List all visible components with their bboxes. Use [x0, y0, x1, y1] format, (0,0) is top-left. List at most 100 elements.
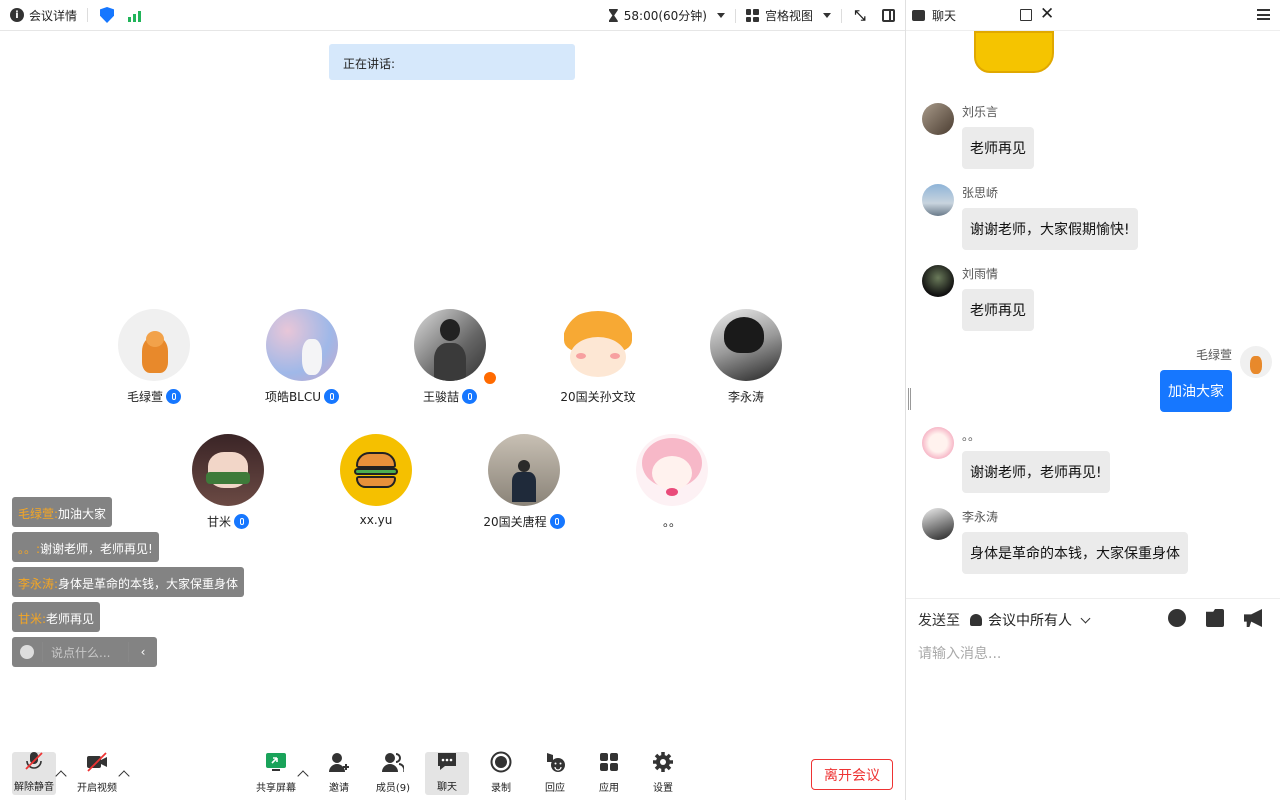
overlay-sender: 李永涛: [18, 577, 59, 591]
avatar [414, 309, 486, 381]
share-screen-icon [265, 751, 287, 773]
divider [87, 8, 89, 22]
collapse-icon[interactable]: ‹ [129, 645, 157, 659]
message-text: 老师再见 [962, 289, 1034, 331]
menu-icon[interactable] [1257, 9, 1270, 20]
participant-tile[interactable]: 20国关唐程 [450, 434, 598, 530]
signal-icon[interactable] [128, 9, 142, 22]
send-to-row: 发送至 会议中所有人 [918, 610, 1091, 630]
message-text: 身体是革命的本钱，大家保重身体 [962, 532, 1188, 574]
participant-name: 毛绿萱 [126, 390, 163, 404]
emoji-icon[interactable] [20, 645, 34, 659]
record-label: 录制 [491, 783, 511, 794]
unmute-button[interactable]: 解除静音 [12, 752, 56, 795]
participant-tile[interactable]: 甘米 [154, 434, 302, 530]
leave-meeting-button[interactable]: 离开会议 [811, 759, 893, 790]
meeting-info-button[interactable]: i 会议详情 [0, 7, 77, 24]
chat-header: 聊天 ✕ [906, 0, 1280, 31]
mic-icon [462, 389, 477, 404]
folder-icon[interactable] [1206, 609, 1224, 627]
avatar [922, 427, 954, 459]
hourglass-icon [608, 9, 618, 22]
message-text: 加油大家 [1160, 370, 1232, 412]
share-screen-button[interactable]: 共享屏幕 [252, 748, 300, 800]
message-text: 老师再见 [962, 127, 1034, 169]
settings-button[interactable]: 设置 [639, 748, 687, 800]
sender-name: 李永涛 [962, 510, 999, 524]
react-button[interactable]: 回应 [531, 748, 579, 800]
message-text: 谢谢老师，大家假期愉快! [962, 208, 1138, 250]
avatar [192, 434, 264, 506]
mic-icon [234, 514, 249, 529]
megaphone-icon[interactable] [1244, 609, 1262, 627]
divider [734, 8, 736, 23]
overlay-text: 加油大家 [58, 507, 107, 521]
view-dropdown[interactable]: 宫格视图 [745, 7, 831, 24]
mic-muted-icon [23, 750, 45, 772]
sidebar-toggle-button[interactable] [880, 8, 896, 24]
grid-view-icon [745, 9, 759, 22]
avatar [922, 184, 954, 216]
mic-icon [166, 389, 181, 404]
sender-name: 毛绿萱 [1195, 348, 1232, 362]
overlay-sender: 毛绿萱: [18, 507, 59, 521]
close-icon[interactable]: ✕ [1040, 4, 1054, 24]
participant-tile[interactable]: 王骏喆 [376, 309, 524, 405]
overlay-sender: 甘米: [18, 612, 47, 626]
host-icon [482, 370, 498, 386]
avatar [1240, 346, 1272, 378]
overlay-message: 毛绿萱:加油大家 [12, 497, 113, 527]
user-icon [970, 614, 982, 626]
members-label: 成员(9) [375, 783, 411, 794]
avatar [266, 309, 338, 381]
overlay-message: 甘米:老师再见 [12, 602, 101, 632]
sender-name: 。。 [962, 429, 981, 443]
recipient-label: 会议中所有人 [988, 613, 1072, 629]
participant-tile[interactable]: 毛绿萱 [80, 309, 228, 405]
popout-icon[interactable] [1020, 9, 1032, 21]
chevron-down-icon [823, 13, 831, 18]
overlay-message: 。。:谢谢老师，老师再见! [12, 532, 159, 562]
message-text: 谢谢老师，老师再见! [962, 451, 1110, 493]
info-icon: i [10, 8, 24, 22]
react-label: 回应 [545, 783, 565, 794]
recipient-dropdown[interactable]: 会议中所有人 [970, 610, 1091, 630]
bottom-toolbar: 解除静音 开启视频 共享屏幕 邀请 成员(9) 聊天 录制 回应 应用 设置 [0, 748, 906, 800]
overlay-message: 李永涛:身体是革命的本钱，大家保重身体 [12, 567, 245, 597]
avatar [340, 434, 412, 506]
chat-button[interactable]: 聊天 [425, 752, 469, 795]
start-video-button[interactable]: 开启视频 [73, 748, 121, 800]
overlay-text: 身体是革命的本钱，大家保重身体 [58, 577, 239, 591]
camera-off-icon [86, 751, 108, 773]
emoji-icon[interactable] [1168, 609, 1186, 627]
unmute-label: 解除静音 [14, 782, 54, 793]
chat-message-list[interactable]: 刘乐言 老师再见 张思峤 谢谢老师，大家假期愉快! 刘雨情 老师再见 毛绿萱 加… [906, 31, 1280, 598]
shield-icon[interactable] [100, 7, 115, 23]
chat-icon [436, 750, 458, 772]
thumbs-up-sticker [974, 31, 1054, 73]
participant-tile[interactable]: 。。 [598, 434, 746, 530]
invite-button[interactable]: 邀请 [315, 748, 363, 800]
mic-icon [324, 389, 340, 404]
record-button[interactable]: 录制 [477, 748, 525, 800]
exit-fullscreen-icon[interactable]: ⤡ [852, 8, 868, 24]
apps-label: 应用 [599, 783, 619, 794]
meeting-info-label: 会议详情 [29, 8, 78, 23]
participant-name: 项皓BLCU [264, 390, 322, 404]
quick-chat-input[interactable]: 说点什么... ‹ [12, 637, 157, 667]
participant-tile[interactable]: 李永涛 [672, 309, 820, 405]
message-input[interactable]: 请输入消息... [918, 643, 1001, 663]
send-to-label: 发送至 [918, 613, 960, 629]
participant-tile[interactable]: 项皓BLCU [228, 309, 376, 405]
mic-icon [549, 514, 565, 529]
participant-tile[interactable]: 20国关孙文玟 [524, 309, 672, 405]
mic-options-chevron-icon[interactable] [55, 770, 67, 782]
speaking-indicator: 正在讲话: [329, 44, 575, 80]
apps-button[interactable]: 应用 [585, 748, 633, 800]
reaction-icon [544, 751, 566, 773]
avatar [922, 265, 954, 297]
participant-name: 王骏喆 [422, 390, 459, 404]
members-button[interactable]: 成员(9) [369, 748, 417, 800]
participant-tile[interactable]: xx.yu [302, 434, 450, 527]
timer-dropdown[interactable]: 58:00(60分钟) [608, 7, 725, 24]
